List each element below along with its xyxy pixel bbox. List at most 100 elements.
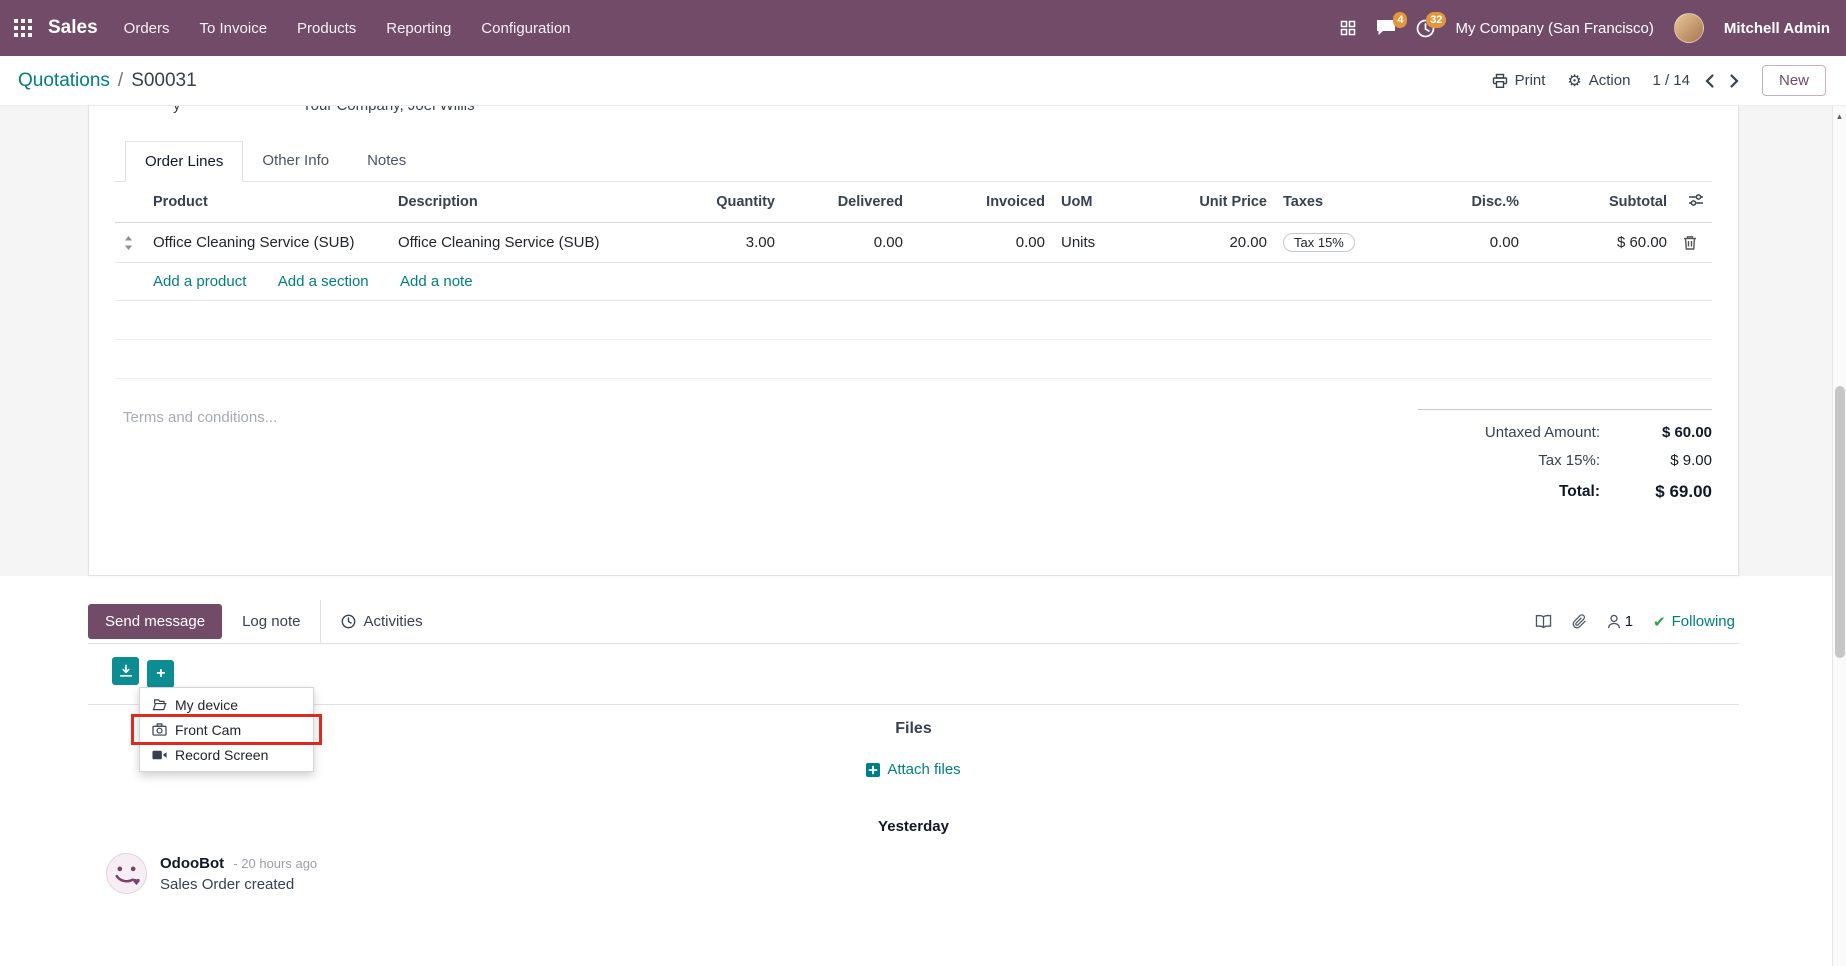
book-icon[interactable] [1535,614,1552,629]
menu-products[interactable]: Products [297,20,356,37]
column-header-delivered: Delivered [783,182,911,223]
menu-item-label: My device [175,696,239,713]
send-message-button[interactable]: Send message [88,604,223,639]
column-header-product: Product [145,182,390,223]
messages-icon[interactable]: 4 [1376,12,1408,37]
apps-menu-button[interactable] [0,0,46,56]
menu-to-invoice[interactable]: To Invoice [200,20,268,37]
table-header-row: Product Description Quantity Delivered I… [115,182,1712,223]
user-menu[interactable]: Mitchell Admin [1724,20,1830,37]
column-header-invoiced: Invoiced [911,182,1053,223]
optional-columns-toggle[interactable] [1675,182,1712,223]
column-header-handle [115,182,145,223]
menu-item-my-device[interactable]: My device [140,692,313,717]
activities-button[interactable]: Activities [321,604,442,639]
print-label: Print [1514,72,1546,89]
navbar-systray: 4 32 My Company (San Francisco) Mitchell… [1340,11,1830,43]
drag-handle-icon[interactable] [115,222,145,263]
plus-icon: + [156,665,166,682]
action-button[interactable]: ⚙ Action [1567,71,1630,91]
notebook-tabs: Order Lines Other Info Notes [115,141,1712,182]
camera-icon [152,723,167,736]
activities-clock-icon[interactable]: 32 [1416,11,1447,38]
breadcrumb-quotations-link[interactable]: Quotations [18,70,110,92]
pager-next-icon[interactable] [1729,73,1740,89]
totals-block: Untaxed Amount: $ 60.00 Tax 15%: $ 9.00 … [1418,409,1712,506]
company-switcher[interactable]: My Company (San Francisco) [1455,20,1653,37]
following-toggle[interactable]: ✔ Following [1653,613,1735,631]
odoobot-avatar [106,852,147,894]
menu-configuration[interactable]: Configuration [481,20,570,37]
tax-value: $ 9.00 [1670,452,1712,469]
add-section-link[interactable]: Add a section [278,273,369,290]
attach-files-link[interactable]: Attach files [866,761,961,778]
printer-icon [1492,73,1508,89]
column-header-subtotal: Subtotal [1527,182,1675,223]
scrollbar-up-arrow[interactable]: ▲ [1833,106,1846,121]
tax-row: Tax 15%: $ 9.00 [1418,447,1712,475]
order-sheet: y Your Company, Joel Willis Order Lines … [88,106,1739,576]
terms-placeholder[interactable]: Terms and conditions... [115,409,277,506]
sliders-icon [1688,193,1704,207]
cell-quantity[interactable]: 3.00 [675,222,783,263]
column-header-unit-price: Unit Price [1133,182,1275,223]
empty-row [115,300,1712,340]
message-content: OdooBot - 20 hours ago Sales Order creat… [160,853,317,894]
chatter: Send message Log note Activities 1 ✔ Fol… [88,600,1739,894]
add-product-link[interactable]: Add a product [153,273,246,290]
cell-product[interactable]: Office Cleaning Service (SUB) [145,222,390,263]
delete-line-icon[interactable] [1675,222,1712,263]
pager-previous-icon[interactable] [1704,73,1715,89]
clipped-partner-value[interactable]: Your Company, Joel Willis [302,106,475,114]
message-author[interactable]: OdooBot [160,855,224,872]
tax-pill[interactable]: Tax 15% [1283,233,1355,252]
upload-dropdown: My device Front Cam Record Screen [131,687,322,772]
new-button[interactable]: New [1761,65,1826,96]
clipped-label-fragment: y [173,106,181,114]
sheet-bottom: Terms and conditions... Untaxed Amount: … [115,409,1712,506]
cell-taxes[interactable]: Tax 15% [1275,222,1389,263]
cell-invoiced[interactable]: 0.00 [911,222,1053,263]
app-brand[interactable]: Sales [48,17,98,39]
followers-button[interactable]: 1 [1607,613,1633,630]
paperclip-icon[interactable] [1572,614,1587,629]
empty-row [115,339,1712,379]
upload-file-button[interactable] [112,657,139,685]
tax-label: Tax 15%: [1538,452,1600,469]
tab-notes[interactable]: Notes [348,141,425,182]
menu-item-label: Record Screen [175,746,269,763]
apps-grid-icon [14,19,32,37]
cell-uom[interactable]: Units [1053,222,1133,263]
check-icon: ✔ [1653,613,1666,631]
activities-label: Activities [363,613,423,630]
add-attachment-button[interactable]: + [147,660,175,688]
total-label: Total: [1558,483,1600,500]
files-dropzone: Files Attach files [88,704,1739,782]
menu-reporting[interactable]: Reporting [386,20,451,37]
menu-item-record-screen[interactable]: Record Screen [140,742,313,767]
add-note-link[interactable]: Add a note [400,273,473,290]
menu-item-front-cam[interactable]: Front Cam [140,717,313,742]
person-icon [1607,614,1621,629]
chatter-topbar-right: 1 ✔ Following [1535,613,1739,631]
cell-description[interactable]: Office Cleaning Service (SUB) [390,222,675,263]
plus-square-icon [866,762,881,777]
user-avatar[interactable] [1673,13,1704,43]
print-button[interactable]: Print [1492,72,1546,89]
cell-delivered[interactable]: 0.00 [783,222,911,263]
pager-value[interactable]: 1 / 14 [1652,72,1690,89]
cell-unit-price[interactable]: 20.00 [1133,222,1275,263]
cell-disc[interactable]: 0.00 [1389,222,1527,263]
tab-order-lines[interactable]: Order Lines [125,141,244,182]
scrollbar-thumb[interactable] [1835,386,1845,658]
top-navbar: Sales Orders To Invoice Products Reporti… [0,0,1846,56]
chatter-message: OdooBot - 20 hours ago Sales Order creat… [106,852,1739,894]
tab-other-info[interactable]: Other Info [243,141,348,182]
column-header-uom: UoM [1053,182,1133,223]
untaxed-label: Untaxed Amount: [1484,424,1600,441]
menu-orders[interactable]: Orders [124,20,170,37]
following-label: Following [1671,613,1735,630]
log-note-button[interactable]: Log note [222,604,320,639]
navbar-left: Sales Orders To Invoice Products Reporti… [0,0,601,56]
systray-grid-icon[interactable] [1340,20,1356,36]
